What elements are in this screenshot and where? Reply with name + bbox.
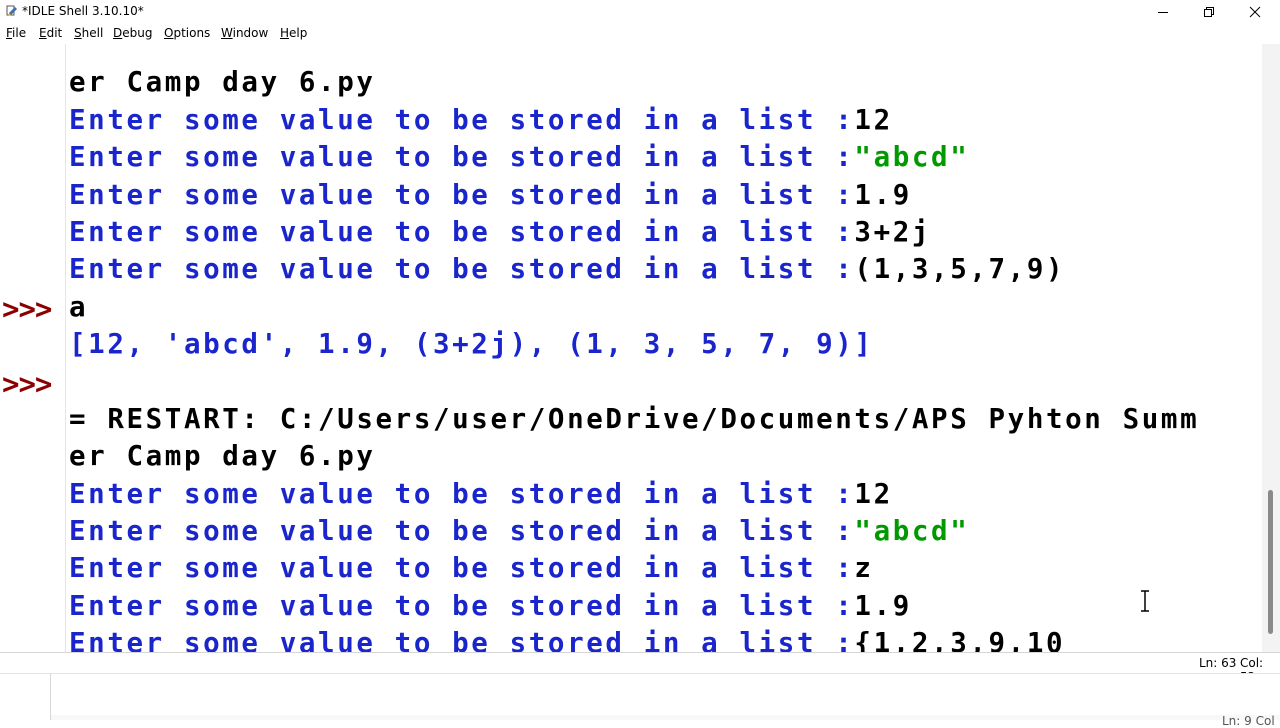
minimize-button[interactable] (1140, 0, 1186, 24)
shell-text-segment: er Camp day 6.py (69, 66, 376, 99)
shell-prompt: >>> (2, 366, 52, 401)
menu-debug[interactable]: Debug (113, 26, 152, 40)
shell-sidebar: >>> >>> (0, 44, 66, 652)
shell-text-segment: 12 (854, 103, 893, 136)
minimize-icon (1158, 12, 1168, 13)
background-window-sidebar (0, 674, 51, 720)
ibeam-cursor-icon (1141, 590, 1149, 612)
menu-bar: File Edit Shell Debug Options Window Help (0, 24, 1280, 44)
shell-text-segment: Enter some value to be stored in a list … (69, 215, 855, 248)
background-window-status: Ln: 9 Col (1222, 714, 1275, 728)
shell-text-segment: Enter some value to be stored in a list … (69, 552, 855, 585)
background-window-editor (51, 674, 1280, 715)
background-window: Ln: 9 Col (0, 673, 1280, 728)
menu-mnemonic: H (280, 26, 290, 40)
menu-edit[interactable]: Edit (39, 26, 62, 40)
vertical-scrollbar[interactable] (1262, 44, 1280, 652)
shell-text-segment: "abcd" (854, 141, 970, 174)
shell-line: a (69, 289, 1259, 326)
shell-text[interactable]: er Camp day 6.py Enter some value to be s… (69, 44, 1259, 652)
shell-text-segment: 3+2j (854, 215, 932, 248)
shell-text-segment: Enter some value to be stored in a list … (69, 477, 855, 510)
menu-window[interactable]: Window (221, 26, 268, 40)
shell-text-segment: Enter some value to be stored in a list … (69, 515, 855, 548)
shell-line: Enter some value to be stored in a list … (69, 588, 1259, 625)
python-idle-icon (6, 5, 17, 16)
shell-text-segment: 12 (854, 477, 893, 510)
menu-file[interactable]: File (6, 26, 26, 40)
shell-editor[interactable]: >>> >>> er Camp day 6.py Enter some value … (0, 44, 1262, 652)
restore-button[interactable] (1186, 0, 1232, 24)
shell-line: er Camp day 6.py (69, 64, 1259, 101)
menu-label-rest: hell (81, 26, 104, 40)
shell-text-segment: {1,2,3,9,10 (854, 627, 1066, 652)
shell-text-segment: Enter some value to be stored in a list … (69, 103, 855, 136)
shell-text-segment: Enter some value to be stored in a list … (69, 589, 855, 622)
menu-label-rest: ile (12, 26, 27, 40)
menu-mnemonic: D (113, 26, 123, 40)
status-bar: Ln: 63 Col: 52 (0, 653, 1280, 684)
shell-text-segment: "abcd" (854, 515, 970, 548)
shell-line: Enter some value to be stored in a list … (69, 214, 1259, 251)
menu-label-rest: indow (232, 26, 269, 40)
close-button[interactable] (1232, 0, 1278, 24)
shell-line: Enter some value to be stored in a list … (69, 550, 1259, 587)
scrollbar-thumb[interactable] (1268, 490, 1273, 634)
shell-text-segment: = RESTART: C:/Users/user/OneDrive/Docume… (69, 402, 1200, 435)
shell-line: Enter some value to be stored in a list … (69, 102, 1259, 139)
close-icon (1249, 6, 1261, 18)
restore-icon (1204, 7, 1214, 17)
menu-label-rest: ptions (173, 26, 211, 40)
shell-line: [12, 'abcd', 1.9, (3+2j), (1, 3, 5, 7, 9… (69, 326, 1259, 363)
shell-line: Enter some value to be stored in a list … (69, 625, 1259, 652)
menu-label-rest: ebug (122, 26, 153, 40)
shell-line: er Camp day 6.py (69, 438, 1259, 475)
window-title: *IDLE Shell 3.10.10* (22, 4, 144, 18)
shell-text-segment: [12, 'abcd', 1.9, (3+2j), (1, 3, 5, 7, 9… (69, 328, 874, 361)
shell-text-segment: 1.9 (854, 589, 912, 622)
shell-text-segment: Enter some value to be stored in a list … (69, 627, 855, 652)
title-bar[interactable]: *IDLE Shell 3.10.10* (0, 0, 1280, 24)
shell-line: Enter some value to be stored in a list … (69, 139, 1259, 176)
shell-line: Enter some value to be stored in a list … (69, 476, 1259, 513)
menu-label-rest: elp (289, 26, 308, 40)
shell-text-segment: Enter some value to be stored in a list … (69, 178, 855, 211)
shell-line: Enter some value to be stored in a list … (69, 177, 1259, 214)
line-number: Ln: 63 (1199, 656, 1237, 670)
shell-text-segment: Enter some value to be stored in a list … (69, 253, 855, 286)
menu-mnemonic: W (221, 26, 233, 40)
menu-shell[interactable]: Shell (74, 26, 103, 40)
shell-prompt: >>> (2, 291, 52, 326)
shell-line: Enter some value to be stored in a list … (69, 251, 1259, 288)
shell-text-segment: z (854, 552, 874, 585)
shell-text-segment: Enter some value to be stored in a list … (69, 141, 855, 174)
menu-mnemonic: S (74, 26, 82, 40)
menu-help[interactable]: Help (280, 26, 307, 40)
menu-mnemonic: E (39, 26, 47, 40)
shell-line: = RESTART: C:/Users/user/OneDrive/Docume… (69, 401, 1259, 438)
shell-text-segment: 1.9 (854, 178, 912, 211)
shell-text-segment: a (69, 290, 89, 323)
menu-label-rest: dit (46, 26, 63, 40)
shell-text-segment: (1,3,5,7,9) (854, 253, 1066, 286)
shell-text-segment: er Camp day 6.py (69, 440, 376, 473)
menu-options[interactable]: Options (164, 26, 210, 40)
shell-line: Enter some value to be stored in a list … (69, 513, 1259, 550)
